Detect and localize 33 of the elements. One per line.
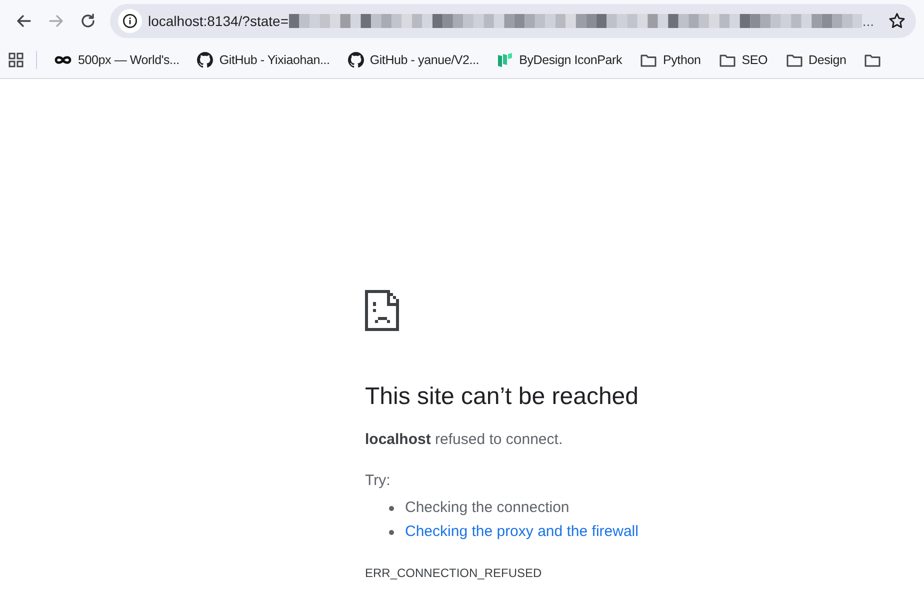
address-bar[interactable]: localhost:8134/?state= ... — [110, 4, 916, 38]
folder-icon — [718, 52, 736, 68]
url-text: localhost:8134/?state= — [148, 12, 288, 30]
sad-page-icon — [365, 290, 399, 331]
forward-icon — [47, 12, 65, 30]
bullet-icon — [389, 530, 394, 535]
bullet-icon — [389, 506, 394, 511]
infinity-icon — [54, 55, 72, 65]
folder-icon — [864, 52, 882, 68]
bookmark[interactable]: GitHub - Yixiaohan... — [188, 48, 339, 72]
github-icon — [348, 52, 364, 68]
bookmark[interactable]: ByDesign IconPark — [488, 48, 631, 72]
bars-logo-icon — [497, 52, 514, 68]
error-message: localhost refused to connect. — [365, 430, 564, 450]
error-heading: This site can’t be reached — [365, 382, 640, 412]
bookmark-star-icon[interactable] — [888, 12, 906, 30]
bookmark[interactable]: Design — [776, 48, 856, 72]
apps-icon[interactable] — [8, 52, 24, 68]
back-icon — [15, 12, 33, 30]
bookmark[interactable]: GitHub - yanue/V2... — [338, 48, 488, 72]
error-code: ERR_CONNECTION_REFUSED — [365, 565, 543, 582]
bookmark[interactable]: 500px — World's... — [45, 48, 188, 72]
suggestion-text: Checking the connection — [405, 498, 570, 518]
github-icon — [197, 52, 214, 68]
folder-icon — [640, 52, 657, 68]
reload-icon — [79, 12, 97, 30]
bookmark[interactable]: SEO — [710, 48, 777, 72]
info-icon[interactable] — [118, 9, 142, 33]
folder-icon — [786, 52, 803, 68]
url-ellipsis: ... — [862, 12, 874, 30]
try-label: Try: — [365, 470, 392, 491]
bookmark[interactable]: Python — [631, 48, 710, 72]
proxy-firewall-link[interactable]: Checking the proxy and the firewall — [405, 520, 638, 544]
